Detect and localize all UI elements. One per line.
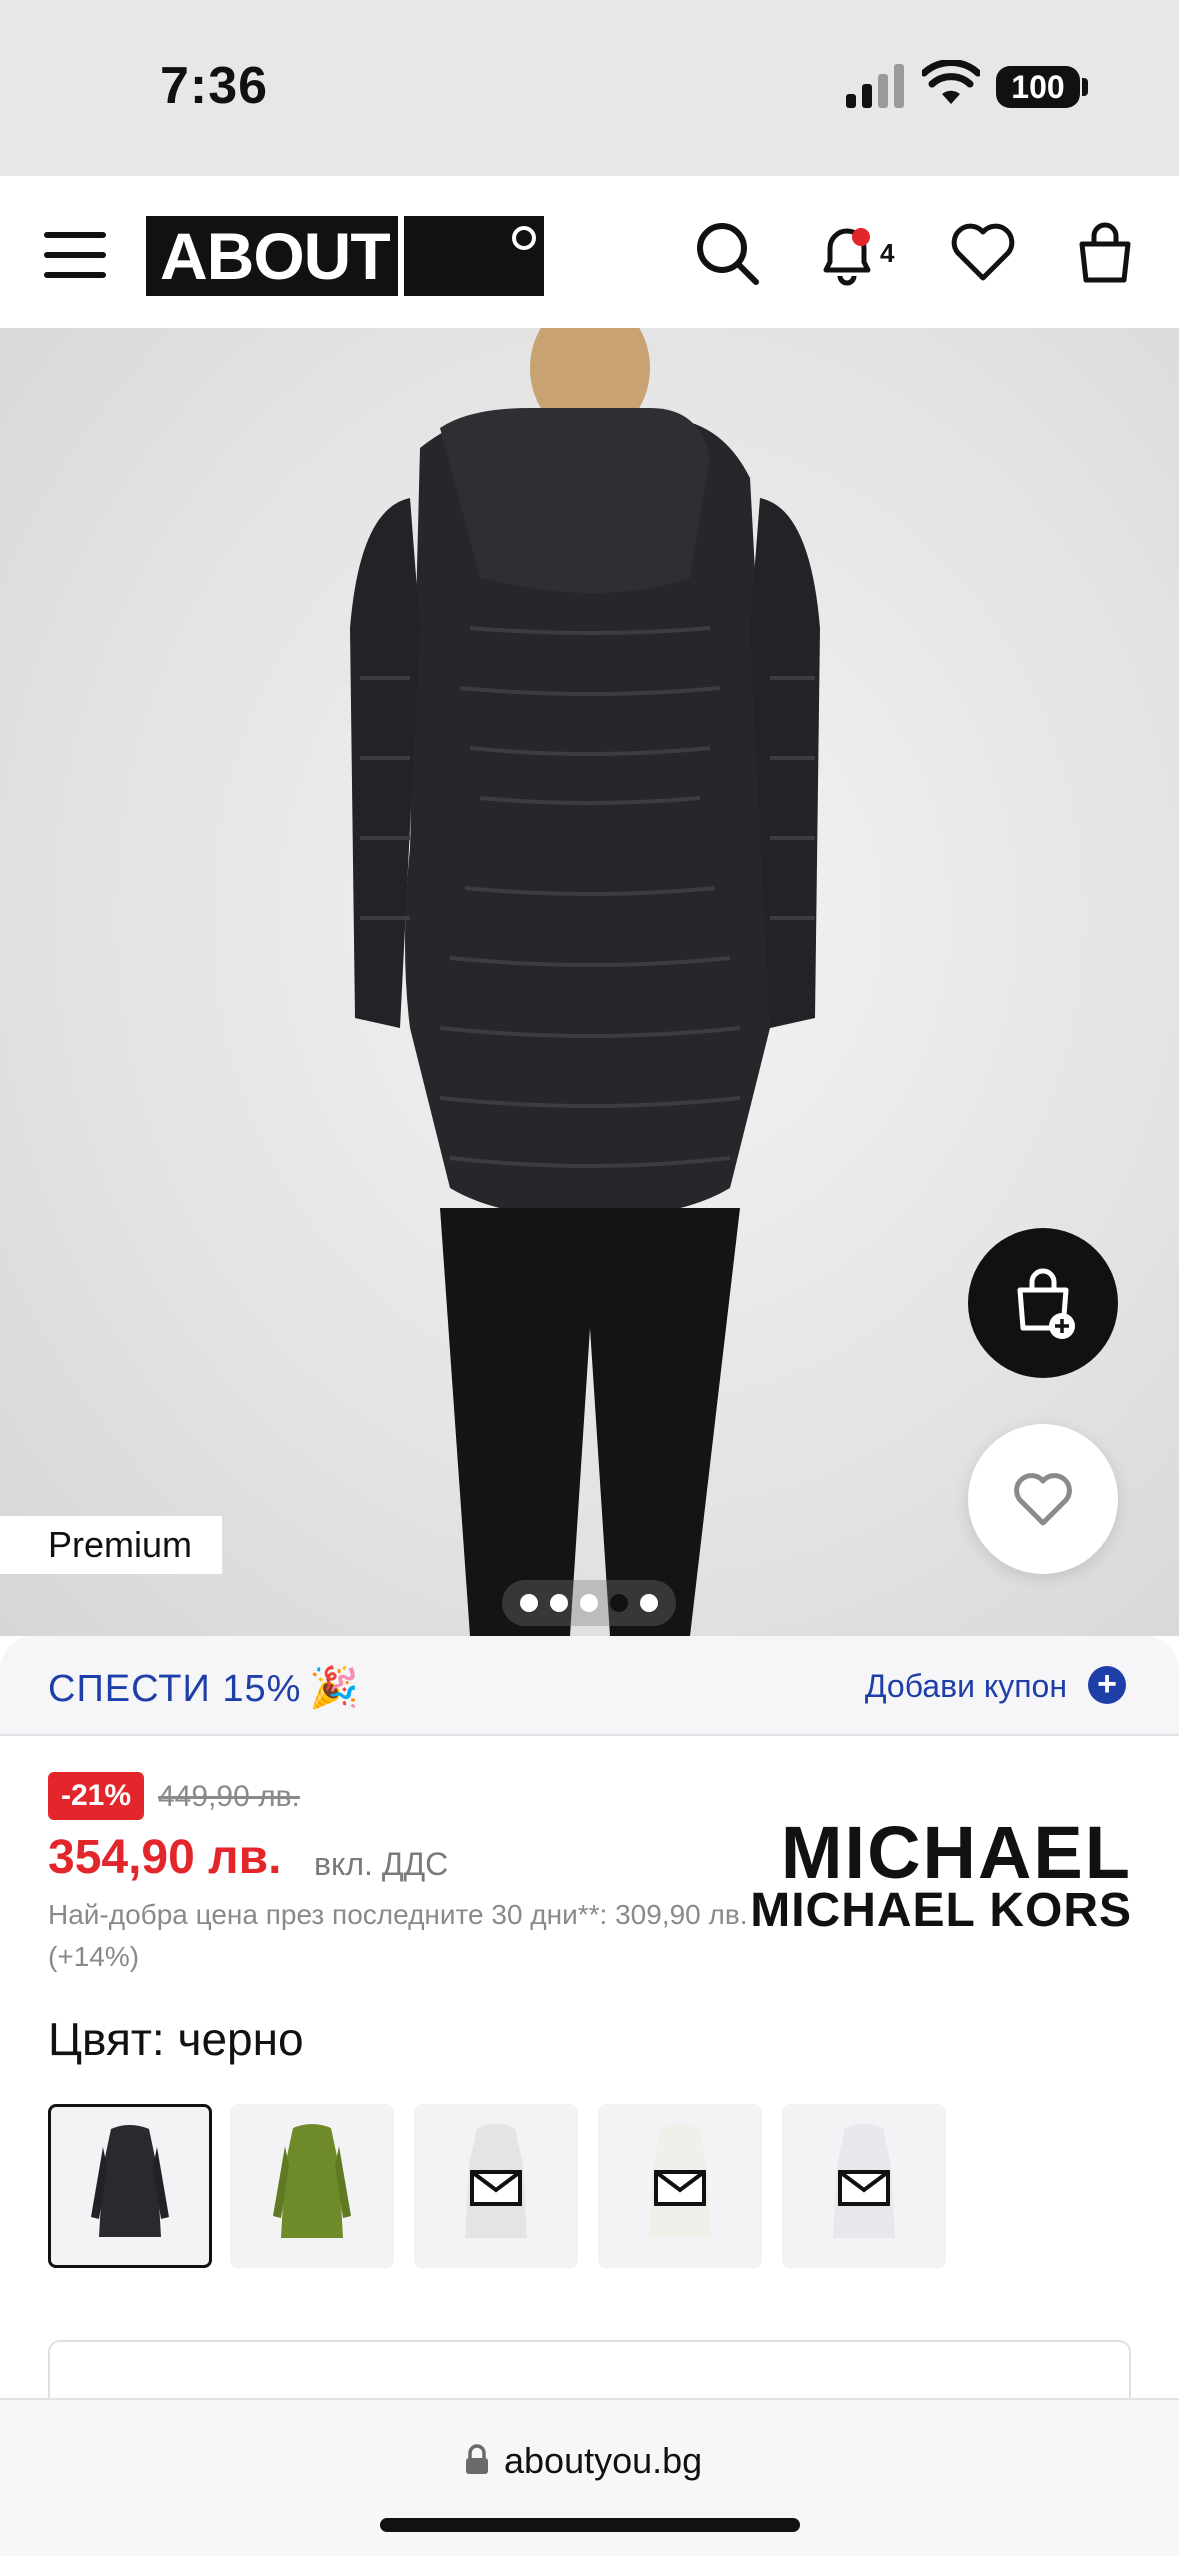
browser-address-bar[interactable]: aboutyou.bg: [0, 2398, 1179, 2556]
carousel-dot[interactable]: [550, 1594, 568, 1612]
battery-tip: [1082, 78, 1088, 96]
carousel-dot[interactable]: [580, 1594, 598, 1612]
logo-mark: [512, 226, 536, 250]
status-bar: 7:36 100: [0, 0, 1179, 176]
home-indicator: [380, 2518, 800, 2532]
premium-tag: Premium: [0, 1516, 222, 1574]
logo-text-about: ABOUT: [160, 219, 391, 293]
coat-thumbnail-cream: [649, 2124, 711, 2238]
party-popper-icon: 🎉: [309, 1666, 361, 1710]
heart-icon[interactable]: [948, 218, 1018, 288]
discount-badge: -21%: [48, 1772, 144, 1820]
wifi-icon: [922, 60, 980, 104]
add-to-bag-button[interactable]: [968, 1228, 1118, 1378]
bell-icon[interactable]: [812, 218, 882, 288]
current-price: 354,90 лв.: [48, 1831, 282, 1884]
color-swatch-black[interactable]: [48, 2104, 212, 2268]
search-icon[interactable]: [692, 218, 762, 288]
color-swatch-cream[interactable]: [598, 2104, 762, 2268]
url-text[interactable]: aboutyou.bg: [504, 2440, 702, 2482]
coat-thumbnail-light-grey: [465, 2124, 527, 2238]
coat-thumbnail-black: [91, 2125, 169, 2237]
heart-icon: [1014, 1473, 1072, 1526]
notification-count: 4: [880, 238, 895, 268]
color-swatch-light-grey[interactable]: [414, 2104, 578, 2268]
add-coupon-link[interactable]: Добави купон: [865, 1668, 1067, 1705]
coupon-bar[interactable]: СПЕСТИ 15% 🎉 Добави купон +: [0, 1636, 1179, 1736]
cellular-signal-icon: [846, 64, 904, 108]
notification-dot: [852, 228, 870, 246]
color-swatch-silver[interactable]: [782, 2104, 946, 2268]
carousel-dot-active[interactable]: [610, 1594, 628, 1612]
best-price-note: Най-добра цена през последните 30 дни**:…: [48, 1899, 748, 1972]
carousel-indicator[interactable]: [502, 1580, 676, 1626]
coupon-text: СПЕСТИ 15%: [48, 1668, 302, 1710]
color-label: Цвят: черно: [48, 2013, 304, 2065]
brand-line2: MICHAEL KORS: [750, 1884, 1132, 1937]
site-header: ABOUTYOU 4: [0, 176, 1179, 373]
old-price: 449,90 лв.: [158, 1780, 300, 1813]
menu-icon[interactable]: [44, 230, 106, 280]
bag-add-icon: [1017, 1268, 1075, 1339]
battery-indicator: 100: [996, 66, 1080, 108]
color-swatch-green[interactable]: [230, 2104, 394, 2268]
coupon-promo: СПЕСТИ 15% 🎉: [48, 1664, 360, 1711]
wishlist-button[interactable]: [968, 1424, 1118, 1574]
plus-icon[interactable]: +: [1088, 1666, 1126, 1704]
coat-thumbnail-silver: [833, 2124, 895, 2238]
brand-logo[interactable]: MICHAEL MICHAEL KORS: [742, 1811, 1132, 1937]
lock-icon: [466, 2444, 488, 2474]
carousel-dot[interactable]: [520, 1594, 538, 1612]
carousel-dot[interactable]: [640, 1594, 658, 1612]
about-you-logo[interactable]: ABOUTYOU: [146, 216, 544, 373]
status-time: 7:36: [160, 57, 269, 115]
brand-line1: MICHAEL: [780, 1811, 1132, 1894]
shopping-bag-icon[interactable]: [1070, 218, 1140, 288]
coat-thumbnail-green: [273, 2124, 351, 2238]
vat-note: вкл. ДДС: [314, 1846, 449, 1882]
